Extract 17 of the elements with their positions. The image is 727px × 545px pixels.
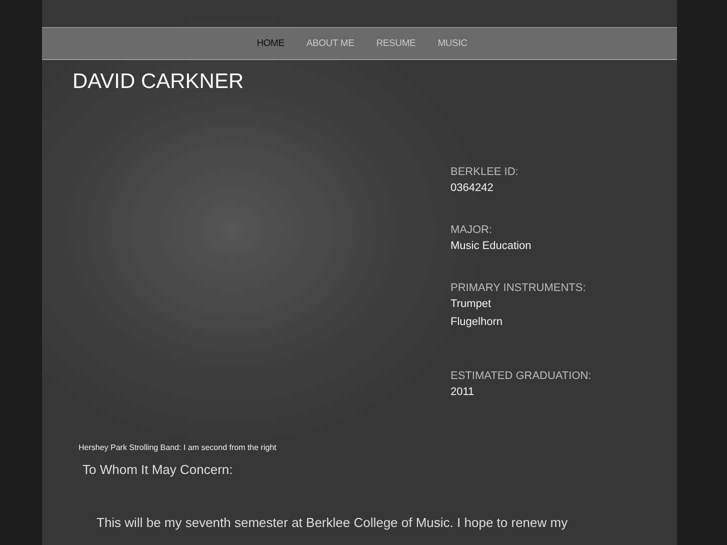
nav-link[interactable]: ABOUT ME: [306, 38, 354, 49]
fact-label: BERKLEE ID:: [450, 165, 520, 179]
letter-paragraph: This will be my seventh semester at Berklee College of Music. I hope to renew my: [96, 515, 569, 530]
fact-value: Flugelhorn: [450, 315, 504, 330]
nav-link[interactable]: RESUME: [376, 38, 416, 49]
fact-label: ESTIMATED GRADUATION:: [450, 369, 592, 383]
nav-link[interactable]: HOME: [256, 38, 284, 49]
fact-label: PRIMARY INSTRUMENTS:: [450, 281, 587, 295]
fact-value: 2011: [450, 385, 476, 400]
fact-value: 0364242: [450, 181, 494, 196]
photo-caption: Hershey Park Strolling Band: I am second from the right: [78, 442, 278, 454]
fact-value: Music Education: [450, 239, 532, 254]
fact-label: MAJOR:: [450, 223, 494, 237]
site-title: DAVID CARKNER: [72, 69, 245, 95]
nav-link[interactable]: MUSIC: [438, 38, 468, 49]
fact-value: Trumpet: [450, 297, 492, 312]
letter-greeting: To Whom It May Concern:: [82, 462, 234, 477]
